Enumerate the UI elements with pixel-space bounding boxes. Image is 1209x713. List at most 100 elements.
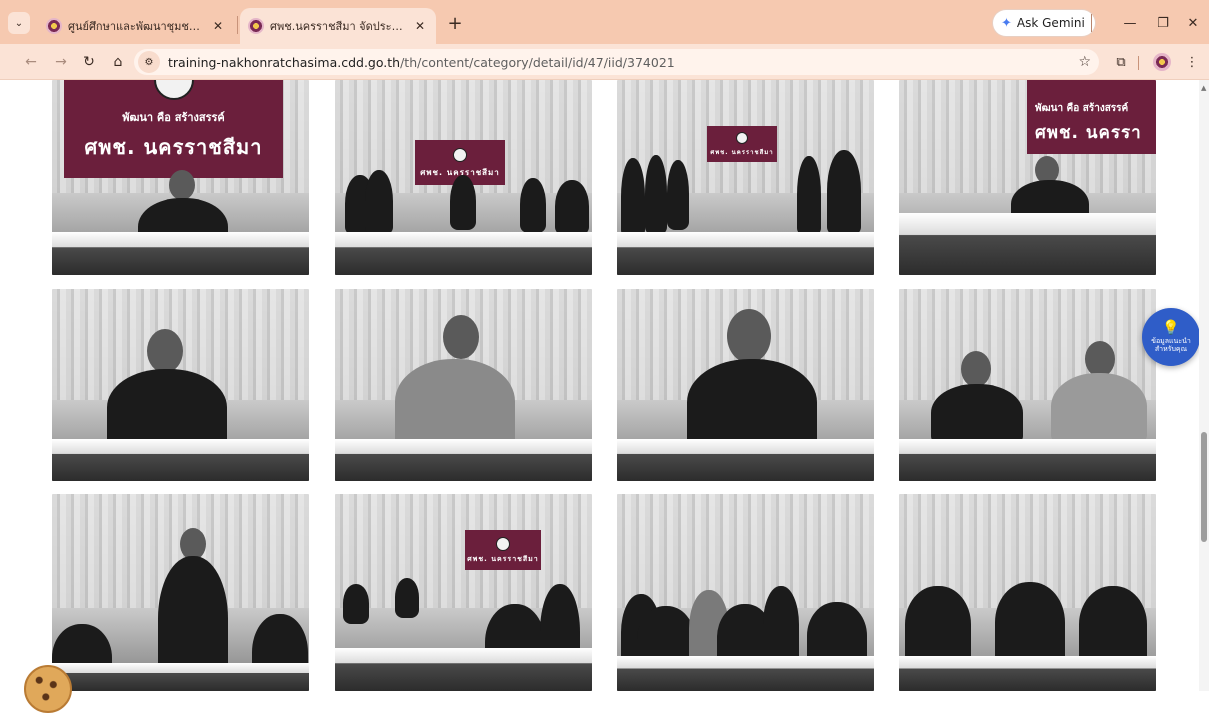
meeting-table: [899, 438, 1156, 481]
close-tab-icon[interactable]: ✕: [210, 19, 226, 33]
person: [107, 369, 227, 449]
back-button[interactable]: ←: [20, 51, 42, 73]
banner-title: ศพช. นครรา: [1035, 122, 1142, 143]
person-head: [727, 309, 771, 363]
meeting-table: [899, 655, 1156, 691]
person: [395, 578, 419, 618]
meeting-table: [52, 438, 309, 481]
person: [687, 359, 817, 449]
meeting-table: [335, 438, 592, 481]
tab-title: ศพช.นครราชสีมา จัดประชุมเจ้าหน้าที่: [270, 20, 406, 33]
bookmark-star-icon[interactable]: ☆: [1078, 54, 1091, 70]
person: [763, 586, 799, 666]
meeting-table: [52, 232, 309, 275]
ask-gemini-button[interactable]: ✦ Ask Gemini: [993, 10, 1095, 36]
banner-slogan: พัฒนา คือ สร้างสรรค์: [122, 111, 225, 125]
forward-button[interactable]: →: [50, 51, 72, 73]
chevron-down-icon: ⌄: [14, 17, 24, 29]
cdd-seal-icon: [153, 80, 194, 100]
person: [555, 180, 589, 235]
person: [395, 359, 515, 447]
cdd-seal-icon: [496, 536, 510, 551]
close-tab-icon[interactable]: ✕: [412, 19, 428, 33]
help-suggestions-button[interactable]: 💡 ข้อมูลแนะนำ สำหรับคุณ: [1142, 308, 1200, 366]
gallery-photo-5[interactable]: [52, 289, 309, 481]
person: [1051, 373, 1147, 443]
url-text[interactable]: training-nakhonratchasima.cdd.go.th/th/c…: [168, 55, 675, 70]
gallery-photo-7[interactable]: [617, 289, 874, 481]
cdd-seal-icon: [736, 132, 748, 145]
site-info-icon[interactable]: ⚙: [138, 51, 160, 73]
tab-strip: ⌄ ศูนย์ศึกษาและพัฒนาชุมชนนครราชสี ✕ ศพช.…: [0, 0, 1209, 44]
gallery-photo-11[interactable]: [617, 494, 874, 691]
minimize-button[interactable]: —: [1118, 11, 1142, 35]
page-scrollbar[interactable]: [1199, 80, 1209, 691]
photo-gallery: พัฒนา คือ สร้างสรรค์ ศพช. นครราชสีมา ศพช…: [0, 80, 1209, 691]
browser-menu-icon[interactable]: ⋮: [1181, 51, 1203, 73]
reload-button[interactable]: ↻: [78, 51, 100, 73]
gallery-photo-3[interactable]: ศพช. นครราชสีมา: [617, 80, 874, 275]
url-host: training-nakhonratchasima.cdd.go.th: [168, 54, 401, 70]
banner-title: ศพช. นครราชสีมา: [84, 134, 263, 159]
tab-cdd-center[interactable]: ศูนย์ศึกษาและพัฒนาชุมชนนครราชสี ✕: [38, 8, 234, 44]
person: [995, 582, 1065, 666]
gallery-photo-6[interactable]: [335, 289, 592, 481]
person: [931, 384, 1023, 444]
meeting-table: [617, 232, 874, 275]
maximize-button[interactable]: ❐: [1151, 11, 1175, 35]
help-label-line2: สำหรับคุณ: [1154, 345, 1188, 353]
browser-toolbar: ← → ↻ ⌂ ⚙ training-nakhonratchasima.cdd.…: [0, 44, 1209, 80]
banner-title: ศพช. นครราชสีมา: [467, 554, 539, 563]
profile-avatar[interactable]: [1153, 53, 1171, 71]
address-bar[interactable]: ⚙ training-nakhonratchasima.cdd.go.th/th…: [134, 49, 1099, 75]
center-banner: พัฒนา คือ สร้างสรรค์ ศพช. นครราชสีมา: [64, 80, 283, 178]
gallery-photo-4[interactable]: พัฒนา คือ สร้างสรรค์ ศพช. นครรา: [899, 80, 1156, 275]
url-path: /th/content/category/detail/id/47/iid/37…: [400, 54, 675, 70]
home-button[interactable]: ⌂: [107, 51, 129, 73]
gallery-photo-12[interactable]: [899, 494, 1156, 691]
toolbar-divider: [1138, 56, 1139, 70]
gallery-photo-1[interactable]: พัฒนา คือ สร้างสรรค์ ศพช. นครราชสีมา: [52, 80, 309, 275]
help-label-line1: ข้อมูลแนะนำ: [1151, 337, 1191, 345]
meeting-table: [335, 647, 592, 691]
scroll-up-arrow-icon[interactable]: ▲: [1201, 84, 1206, 92]
scrollbar-thumb[interactable]: [1201, 432, 1207, 542]
person: [667, 160, 689, 230]
meeting-table: [899, 212, 1156, 275]
site-favicon-icon: [46, 18, 62, 34]
center-banner: พัฒนา คือ สร้างสรรค์ ศพช. นครรา: [1027, 80, 1156, 154]
person: [520, 178, 546, 233]
gallery-photo-2[interactable]: ศพช. นครราชสีมา: [335, 80, 592, 275]
new-tab-button[interactable]: +: [444, 12, 466, 34]
tab-divider: [237, 16, 238, 34]
gallery-photo-9[interactable]: [52, 494, 309, 691]
tab-meeting-news[interactable]: ศพช.นครราชสีมา จัดประชุมเจ้าหน้าที่ ✕: [240, 8, 436, 44]
close-window-button[interactable]: ✕: [1181, 11, 1205, 35]
person-head: [169, 170, 195, 200]
person-head: [443, 315, 479, 359]
cdd-seal-icon: [453, 148, 467, 163]
tab-search-button[interactable]: ⌄: [8, 12, 30, 34]
meeting-table: [617, 438, 874, 481]
center-banner: ศพช. นครราชสีมา: [707, 126, 777, 162]
person: [1079, 586, 1147, 666]
photo-background: [617, 494, 874, 609]
person: [621, 158, 645, 238]
extensions-icon[interactable]: ⧉: [1110, 51, 1132, 73]
site-favicon-icon: [248, 18, 264, 34]
cookie-settings-icon[interactable]: [24, 665, 72, 713]
tab-title: ศูนย์ศึกษาและพัฒนาชุมชนนครราชสี: [68, 20, 204, 33]
meeting-table: [617, 655, 874, 691]
gallery-photo-10[interactable]: ศพช. นครราชสีมา: [335, 494, 592, 691]
center-banner: ศพช. นครราชสีมา: [465, 530, 541, 570]
gemini-sparkle-icon: ✦: [1001, 15, 1012, 31]
person-head: [961, 351, 991, 387]
gallery-photo-8[interactable]: [899, 289, 1156, 481]
person: [343, 584, 369, 624]
person-head: [147, 329, 183, 373]
person-head: [1085, 341, 1115, 377]
meeting-table: [335, 232, 592, 275]
person: [365, 170, 393, 235]
banner-title: ศพช. นครราชสีมา: [710, 149, 774, 157]
person: [827, 150, 861, 235]
